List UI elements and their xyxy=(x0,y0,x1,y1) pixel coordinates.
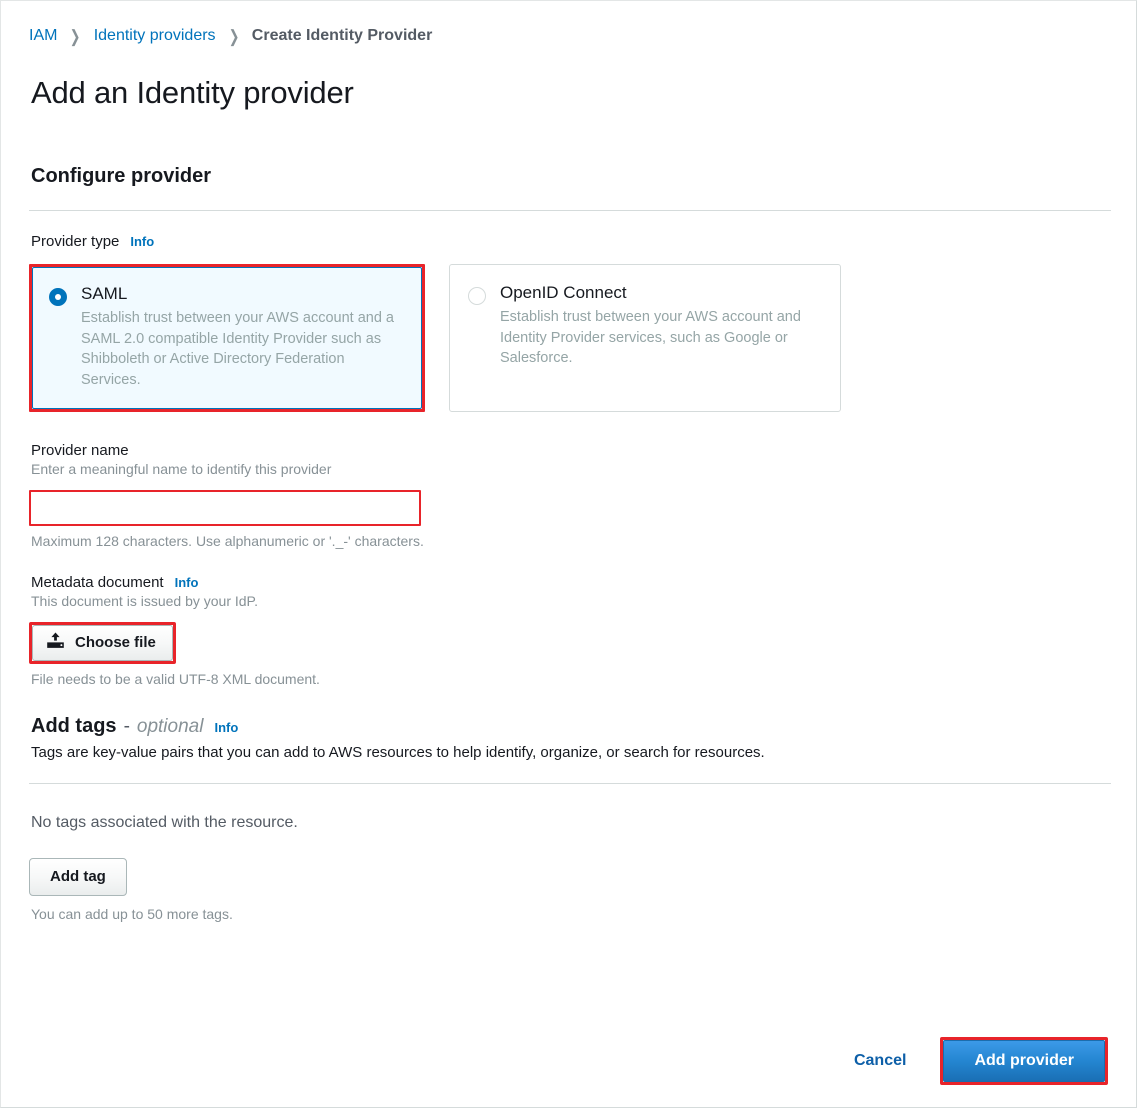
page-content: IAM ❯ Identity providers ❯ Create Identi… xyxy=(1,1,1136,922)
provider-name-label-row: Provider name xyxy=(31,442,1110,459)
add-tags-title: Add tags xyxy=(31,715,117,738)
saml-option-description: Establish trust between your AWS account… xyxy=(81,310,394,388)
metadata-document-label-row: Metadata document Info xyxy=(31,574,1110,591)
metadata-document-label: Metadata document xyxy=(31,574,164,592)
radio-openid-connect[interactable] xyxy=(468,286,486,305)
provider-type-info-link[interactable]: Info xyxy=(130,234,154,249)
provider-type-label-row: Provider type Info xyxy=(31,233,1110,250)
radio-saml[interactable] xyxy=(49,287,67,306)
choose-file-highlight: Choose file xyxy=(29,622,176,665)
provider-type-options: SAML Establish trust between your AWS ac… xyxy=(29,263,1110,413)
add-tags-optional-label: optional xyxy=(136,716,204,738)
add-provider-highlight: Add provider xyxy=(940,1037,1108,1085)
breadcrumb: IAM ❯ Identity providers ❯ Create Identi… xyxy=(29,23,1110,49)
section-title-configure-provider: Configure provider xyxy=(31,164,212,187)
section-divider xyxy=(29,209,1111,211)
provider-name-input[interactable] xyxy=(31,492,419,525)
add-tags-header: Add tags - optional Info xyxy=(31,715,1110,738)
breadcrumb-item-identity-providers[interactable]: Identity providers xyxy=(94,27,216,45)
breadcrumb-item-current: Create Identity Provider xyxy=(251,27,433,44)
add-tag-button[interactable]: Add tag xyxy=(29,858,127,897)
page-title: Add an Identity provider xyxy=(31,75,354,110)
breadcrumb-separator-icon: ❯ xyxy=(228,26,240,46)
breadcrumb-separator-icon: ❯ xyxy=(70,26,81,46)
provider-name-input-highlight xyxy=(29,490,421,527)
provider-name-label: Provider name xyxy=(31,442,129,460)
saml-option-title: SAML xyxy=(81,283,128,303)
add-tags-dash: - xyxy=(123,716,130,738)
choose-file-button[interactable]: Choose file xyxy=(32,625,173,662)
provider-type-label: Provider type xyxy=(31,232,120,250)
provider-name-hint: Maximum 128 characters. Use alphanumeric… xyxy=(31,533,424,550)
saml-option-highlight: SAML Establish trust between your AWS ac… xyxy=(29,263,425,413)
tags-limit-hint: You can add up to 50 more tags. xyxy=(31,906,233,923)
metadata-document-description: This document is issued by your IdP. xyxy=(31,593,258,610)
breadcrumb-item-iam[interactable]: IAM xyxy=(29,27,57,45)
upload-icon xyxy=(46,632,65,654)
add-tags-divider xyxy=(29,783,1111,785)
cancel-button[interactable]: Cancel xyxy=(836,1042,924,1080)
metadata-document-info-link[interactable]: Info xyxy=(175,575,199,590)
tags-empty-state: No tags associated with the resource. xyxy=(31,814,298,832)
provider-type-option-oidc[interactable]: OpenID Connect Establish trust between y… xyxy=(449,263,841,413)
oidc-option-description: Establish trust between your AWS account… xyxy=(500,309,801,367)
oidc-option-title: OpenID Connect xyxy=(500,282,627,302)
add-tags-info-link[interactable]: Info xyxy=(214,720,238,735)
provider-type-option-saml[interactable]: SAML Establish trust between your AWS ac… xyxy=(32,266,422,410)
choose-file-button-label: Choose file xyxy=(75,634,156,652)
provider-name-description: Enter a meaningful name to identify this… xyxy=(31,461,332,478)
add-provider-button[interactable]: Add provider xyxy=(943,1040,1105,1082)
add-tags-description: Tags are key-value pairs that you can ad… xyxy=(31,744,765,762)
form-footer: Cancel Add provider xyxy=(836,1037,1108,1085)
add-tag-button-label: Add tag xyxy=(50,868,106,886)
create-identity-provider-page: IAM ❯ Identity providers ❯ Create Identi… xyxy=(0,0,1137,1108)
metadata-document-hint: File needs to be a valid UTF-8 XML docum… xyxy=(31,671,320,688)
